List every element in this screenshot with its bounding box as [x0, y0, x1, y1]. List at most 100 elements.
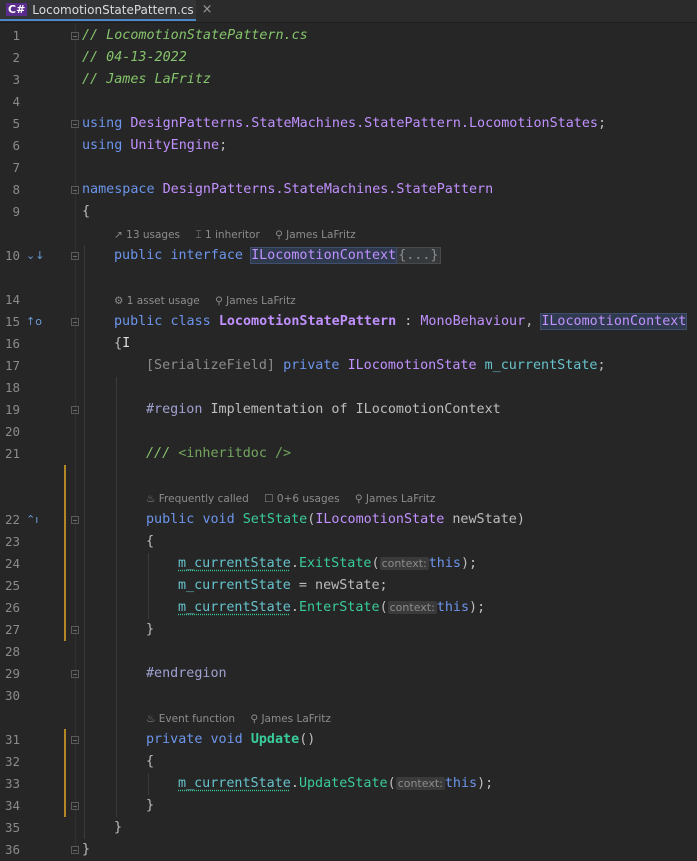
code-line[interactable]: 24 m_currentState.ExitState(context: this… [0, 553, 697, 575]
code-line[interactable]: 19 #region Implementation of ILocomotion… [0, 399, 697, 421]
namespace-ref[interactable]: UnityEngine [130, 138, 219, 153]
code-line[interactable]: 5 using DesignPatterns.StateMachines.Sta… [0, 113, 697, 135]
brace: { [146, 534, 155, 549]
method-call[interactable]: UpdateState [299, 776, 388, 791]
field-ref[interactable]: m_currentState [178, 578, 291, 593]
brace: { [82, 204, 91, 219]
inheritors-hint[interactable]: ⌶ 1 inheritor [195, 229, 259, 241]
code-line[interactable]: 9 { [0, 201, 697, 223]
fold-icon[interactable] [71, 186, 79, 194]
implemented-down-icon[interactable]: ⌄↓ [26, 245, 44, 267]
fold-icon[interactable] [71, 516, 79, 524]
field-ref[interactable]: m_currentState [178, 556, 291, 571]
code-line[interactable]: 21 /// <inheritdoc /> [0, 443, 697, 465]
fold-icon[interactable] [71, 318, 79, 326]
code-line[interactable]: 17 [SerializeField] private ILocomotionS… [0, 355, 697, 377]
paren: ); [477, 776, 494, 791]
event-function-hint[interactable]: ♨ Event function [146, 713, 235, 725]
base-class[interactable]: MonoBehaviour [420, 314, 525, 329]
frequently-called-hint[interactable]: ♨ Frequently called [146, 493, 249, 505]
code-vision-hint[interactable]: ⚙ 1 asset usage ⚲ James LaFritz [114, 292, 308, 310]
line-number: 15 [4, 314, 20, 329]
code-line[interactable]: 33 m_currentState.UpdateState(context: th… [0, 773, 697, 795]
fold-icon[interactable] [71, 626, 79, 634]
line-number: 22 [4, 512, 20, 527]
method-call[interactable]: EnterState [299, 600, 380, 615]
fold-icon[interactable] [71, 252, 79, 260]
keyword-void: void [210, 732, 243, 747]
code-vision-hint[interactable]: ♨ Frequently called ☐ 0+6 usages ⚲ James… [146, 490, 447, 508]
code-line[interactable]: 6 using UnityEngine; [0, 135, 697, 157]
code-line[interactable]: 18 [0, 377, 697, 399]
keyword-using: using [82, 138, 123, 153]
implements-up-icon[interactable]: ↑o [26, 311, 42, 333]
fold-icon[interactable] [71, 670, 79, 678]
close-icon[interactable]: × [202, 2, 213, 17]
author-hint[interactable]: ⚲ James LaFritz [275, 229, 355, 241]
interface-name[interactable]: ILocomotionContext [250, 247, 398, 264]
interface-ref[interactable]: ILocomotionContext [540, 313, 688, 330]
code-line[interactable]: 7 [0, 157, 697, 179]
code-line[interactable]: 2 // 04-13-2022 [0, 47, 697, 69]
field-ref[interactable]: m_currentState [178, 776, 291, 791]
code-line[interactable]: 27 } [0, 619, 697, 641]
asset-usage-hint[interactable]: ⚙ 1 asset usage [114, 295, 200, 307]
method-call[interactable]: ExitState [299, 556, 372, 571]
code-line[interactable]: 23 { [0, 531, 697, 553]
usages-hint[interactable]: ☐ 0+6 usages [264, 493, 339, 505]
parameter-name[interactable]: newState [452, 512, 517, 527]
code-line[interactable]: 28 [0, 641, 697, 663]
type-ref[interactable]: ILocomotionState [315, 512, 444, 527]
fold-icon[interactable] [71, 120, 79, 128]
method-name[interactable]: Update [251, 732, 299, 747]
code-vision-hint[interactable]: ↗ 13 usages ⌶ 1 inheritor ⚲ James LaFrit… [114, 226, 368, 244]
code-line[interactable]: 1 // LocomotionStatePattern.cs [0, 25, 697, 47]
fold-icon[interactable] [71, 736, 79, 744]
code-vision-hint[interactable]: ♨ Event function ⚲ James LaFritz [146, 710, 343, 728]
code-line[interactable]: 26 m_currentState.EnterState(context: thi… [0, 597, 697, 619]
author-hint[interactable]: ⚲ James LaFritz [215, 295, 295, 307]
code-line[interactable]: 31 private void Update() [0, 729, 697, 751]
code-line[interactable]: 34 } [0, 795, 697, 817]
code-line[interactable]: 14 [0, 289, 697, 311]
author-hint[interactable]: ⚲ James LaFritz [355, 493, 435, 505]
line-number: 34 [4, 798, 20, 813]
author-hint[interactable]: ⚲ James LaFritz [250, 713, 330, 725]
type-ref[interactable]: ILocomotionState [348, 358, 477, 373]
code-line[interactable]: 36 } [0, 839, 697, 857]
code-line[interactable]: 15 ↑o public class LocomotionStatePatter… [0, 311, 697, 333]
fold-icon[interactable] [71, 32, 79, 40]
code-editor[interactable]: 1 // LocomotionStatePattern.cs 2 // 04-1… [0, 23, 697, 857]
line-number: 26 [4, 600, 20, 615]
usages-hint[interactable]: ↗ 13 usages [114, 229, 180, 241]
fold-icon[interactable] [71, 846, 79, 854]
implements-up-icon[interactable]: ⌃ı [26, 509, 38, 531]
field-ref[interactable]: m_currentState [178, 600, 291, 615]
code-line[interactable]: 8 namespace DesignPatterns.StateMachines… [0, 179, 697, 201]
code-line[interactable]: 35 } [0, 817, 697, 839]
collapsed-region[interactable]: {...} [396, 247, 441, 264]
attribute[interactable]: [SerializeField] [146, 358, 275, 373]
code-line[interactable]: 32 { [0, 751, 697, 773]
flame-icon: ♨ [146, 713, 159, 725]
line-number: 3 [12, 72, 20, 87]
code-line[interactable]: 16 {I [0, 333, 697, 355]
code-line[interactable]: 25 m_currentState = newState; [0, 575, 697, 597]
namespace-name[interactable]: DesignPatterns.StateMachines.StatePatter… [163, 182, 494, 197]
code-line[interactable]: 30 [0, 685, 697, 707]
code-line[interactable]: 20 [0, 421, 697, 443]
class-name[interactable]: LocomotionStatePattern [219, 314, 396, 329]
code-line[interactable]: 4 [0, 91, 697, 113]
fold-icon[interactable] [71, 802, 79, 810]
tab-locomotion-state-pattern[interactable]: C# LocomotionStatePattern.cs × [0, 0, 213, 21]
code-line[interactable]: 3 // James LaFritz [0, 69, 697, 91]
code-line[interactable]: 10 ⌄↓ public interface ILocomotionContex… [0, 245, 697, 267]
method-name[interactable]: SetState [243, 512, 308, 527]
field-name[interactable]: m_currentState [485, 358, 598, 373]
keyword-this: this [436, 600, 470, 615]
fold-icon[interactable] [71, 406, 79, 414]
code-line[interactable]: 29 #endregion [0, 663, 697, 685]
namespace-ref[interactable]: DesignPatterns.StateMachines.StatePatter… [130, 116, 598, 131]
inheritor-icon: ⌶ [195, 229, 205, 241]
code-line[interactable]: 22 ⌃ı public void SetState(ILocomotionSt… [0, 509, 697, 531]
